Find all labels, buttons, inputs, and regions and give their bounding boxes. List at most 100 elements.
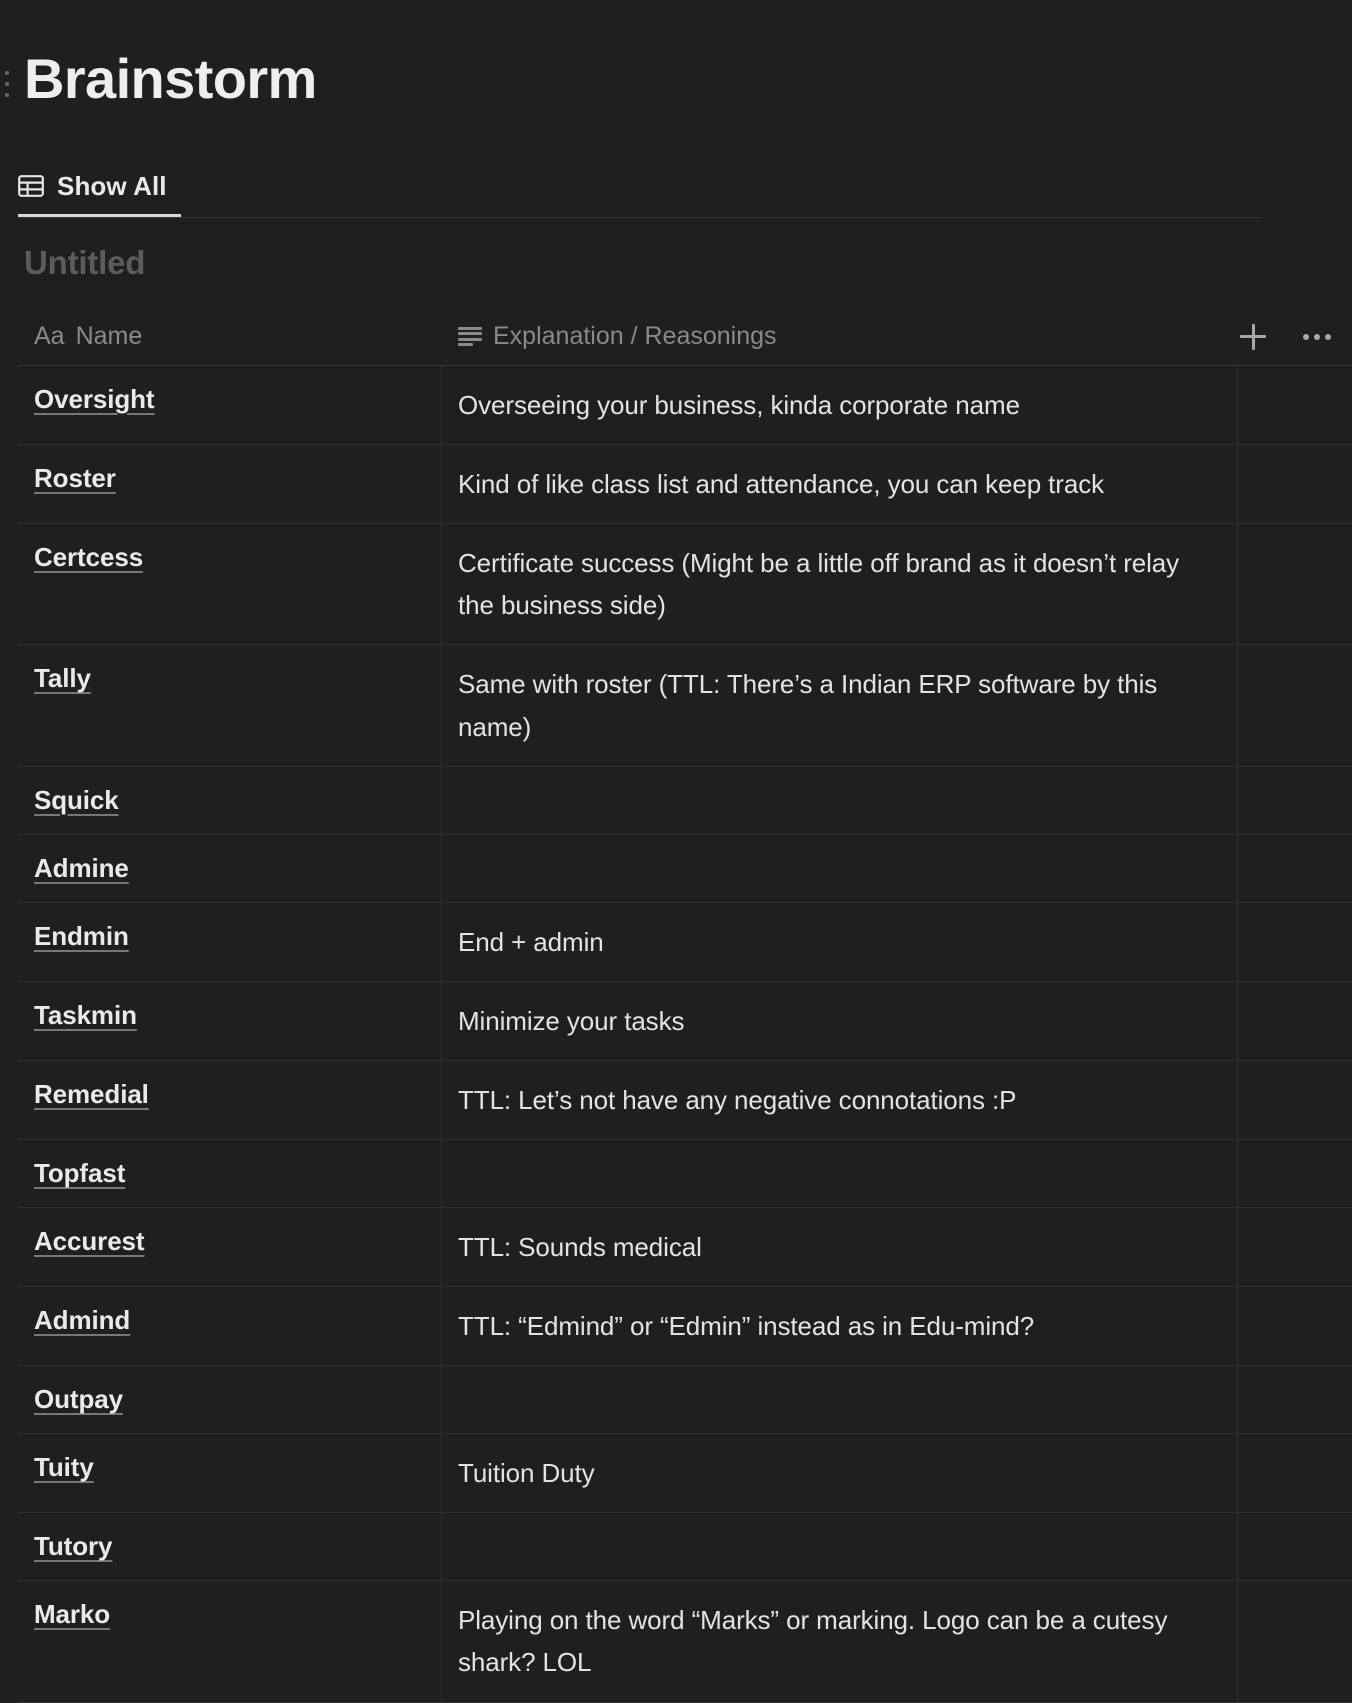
row-title-link[interactable]: Admine xyxy=(34,853,129,884)
cell-explanation[interactable] xyxy=(442,1366,1238,1434)
view-tab-bar: Show All xyxy=(18,156,1262,218)
table-row[interactable]: Accurest TTL: Sounds medical xyxy=(18,1207,1352,1288)
cell-name[interactable]: Tuity xyxy=(18,1434,442,1513)
row-title-link[interactable]: Taskmin xyxy=(34,1000,137,1031)
tab-label: Show All xyxy=(57,170,167,201)
cell-blank[interactable] xyxy=(1238,445,1352,523)
plus-icon xyxy=(1240,323,1266,350)
cell-blank[interactable] xyxy=(1238,1366,1352,1433)
table-row[interactable]: Remedial TTL: Let’s not have any negative… xyxy=(18,1060,1352,1140)
add-property-button[interactable] xyxy=(1236,320,1270,354)
cell-blank[interactable] xyxy=(1238,982,1352,1060)
row-title-link[interactable]: Endmin xyxy=(34,921,129,952)
row-title-link[interactable]: Remedial xyxy=(34,1079,149,1110)
cell-blank[interactable] xyxy=(1238,1513,1352,1580)
cell-blank[interactable] xyxy=(1238,366,1352,444)
row-explanation-text: Same with roster (TTL: There’s a Indian … xyxy=(458,669,1165,742)
cell-blank[interactable] xyxy=(1238,767,1352,834)
cell-explanation[interactable]: TTL: Let’s not have any negative connota… xyxy=(442,1060,1238,1139)
table-row[interactable]: Tally Same with roster (TTL: There’s a In… xyxy=(18,645,1352,767)
cell-name[interactable]: Tally xyxy=(18,645,442,766)
row-title-link[interactable]: Roster xyxy=(34,463,116,494)
cell-explanation[interactable] xyxy=(442,1139,1238,1207)
cell-name[interactable]: Admine xyxy=(18,834,442,902)
cell-name[interactable]: Topfast xyxy=(18,1139,442,1207)
page-title[interactable]: Brainstorm xyxy=(24,48,317,110)
cell-blank[interactable] xyxy=(1238,524,1352,644)
cell-explanation[interactable]: Tuition Duty xyxy=(442,1434,1238,1513)
column-header-explanation[interactable]: Explanation / Reasonings xyxy=(442,308,1238,365)
cell-explanation[interactable]: Playing on the word “Marks” or marking. … xyxy=(442,1581,1238,1702)
cell-explanation[interactable] xyxy=(442,1513,1238,1581)
database-title[interactable]: Untitled xyxy=(24,244,145,282)
column-header-name[interactable]: Aa Name xyxy=(18,308,442,365)
table-row[interactable]: Oversight Overseeing your business, kinda… xyxy=(18,366,1352,446)
cell-blank[interactable] xyxy=(1238,1208,1352,1286)
row-title-link[interactable]: Tally xyxy=(34,663,91,694)
cell-blank[interactable] xyxy=(1238,1581,1352,1701)
table-row[interactable]: Certcess Certificate success (Might be a … xyxy=(18,524,1352,646)
cell-blank[interactable] xyxy=(1238,1140,1352,1207)
cell-blank[interactable] xyxy=(1238,903,1352,981)
row-title-link[interactable]: Tutory xyxy=(34,1531,112,1562)
cell-name[interactable]: Certcess xyxy=(18,524,442,645)
row-title-link[interactable]: Squick xyxy=(34,785,119,816)
drag-handle-dot xyxy=(4,93,9,97)
table-row[interactable]: Admind TTL: “Edmind” or “Edmin” instead a… xyxy=(18,1287,1352,1367)
row-explanation-text: Kind of like class list and attendance, … xyxy=(458,469,1105,500)
drag-handle-dot xyxy=(4,82,9,86)
row-title-link[interactable]: Marko xyxy=(34,1599,110,1630)
cell-name[interactable]: Endmin xyxy=(18,902,442,981)
cell-explanation[interactable]: Overseeing your business, kinda corporat… xyxy=(442,366,1238,445)
cell-name[interactable]: Remedial xyxy=(18,1060,442,1139)
row-explanation-text: TTL: “Edmind” or “Edmin” instead as in E… xyxy=(458,1311,1035,1342)
table-row[interactable]: Topfast xyxy=(18,1139,1352,1208)
table-row[interactable]: Taskmin Minimize your tasks xyxy=(18,981,1352,1061)
text-lines-icon xyxy=(458,326,482,347)
cell-explanation[interactable] xyxy=(442,834,1238,902)
cell-explanation[interactable]: TTL: “Edmind” or “Edmin” instead as in E… xyxy=(442,1287,1238,1366)
row-title-link[interactable]: Admind xyxy=(34,1305,130,1336)
cell-blank[interactable] xyxy=(1238,645,1352,765)
table-row[interactable]: Roster Kind of like class list and attend… xyxy=(18,445,1352,525)
cell-explanation[interactable] xyxy=(442,766,1238,834)
row-title-link[interactable]: Topfast xyxy=(34,1158,125,1189)
row-explanation-text: Minimize your tasks xyxy=(458,1005,685,1036)
row-title-link[interactable]: Certcess xyxy=(34,542,143,573)
table-row[interactable]: Squick xyxy=(18,766,1352,835)
table-row[interactable]: Admine xyxy=(18,834,1352,903)
table-row[interactable]: Tutory xyxy=(18,1513,1352,1582)
row-title-link[interactable]: Oversight xyxy=(34,384,155,415)
cell-explanation[interactable]: Same with roster (TTL: There’s a Indian … xyxy=(442,645,1238,766)
cell-name[interactable]: Squick xyxy=(18,766,442,834)
cell-name[interactable]: Tutory xyxy=(18,1513,442,1581)
cell-name[interactable]: Outpay xyxy=(18,1366,442,1434)
cell-blank[interactable] xyxy=(1238,1434,1352,1512)
table-row[interactable]: Tuity Tuition Duty xyxy=(18,1434,1352,1514)
cell-explanation[interactable]: Kind of like class list and attendance, … xyxy=(442,445,1238,524)
cell-name[interactable]: Accurest xyxy=(18,1207,442,1287)
drag-handle-icon[interactable] xyxy=(0,62,9,106)
cell-name[interactable]: Admind xyxy=(18,1287,442,1366)
table-row[interactable]: Outpay xyxy=(18,1366,1352,1435)
cell-explanation[interactable]: Certificate success (Might be a little o… xyxy=(442,524,1238,645)
row-explanation-text: Overseeing your business, kinda corporat… xyxy=(458,390,1020,420)
cell-explanation[interactable]: TTL: Sounds medical xyxy=(442,1207,1238,1287)
table-row[interactable]: Marko Playing on the word “Marks” or mark… xyxy=(18,1581,1352,1703)
more-options-button[interactable] xyxy=(1300,320,1334,354)
cell-name[interactable]: Oversight xyxy=(18,366,442,445)
tab-show-all[interactable]: Show All xyxy=(18,156,181,217)
row-title-link[interactable]: Outpay xyxy=(34,1384,123,1415)
row-title-link[interactable]: Tuity xyxy=(34,1452,94,1483)
row-title-link[interactable]: Accurest xyxy=(34,1226,145,1257)
column-header-name-label: Name xyxy=(75,322,143,350)
cell-blank[interactable] xyxy=(1238,835,1352,902)
cell-explanation[interactable]: End + admin xyxy=(442,902,1238,981)
cell-blank[interactable] xyxy=(1238,1287,1352,1365)
cell-explanation[interactable]: Minimize your tasks xyxy=(442,981,1238,1060)
cell-name[interactable]: Taskmin xyxy=(18,981,442,1060)
cell-name[interactable]: Marko xyxy=(18,1581,442,1702)
cell-name[interactable]: Roster xyxy=(18,445,442,524)
table-row[interactable]: Endmin End + admin xyxy=(18,902,1352,982)
cell-blank[interactable] xyxy=(1238,1061,1352,1139)
